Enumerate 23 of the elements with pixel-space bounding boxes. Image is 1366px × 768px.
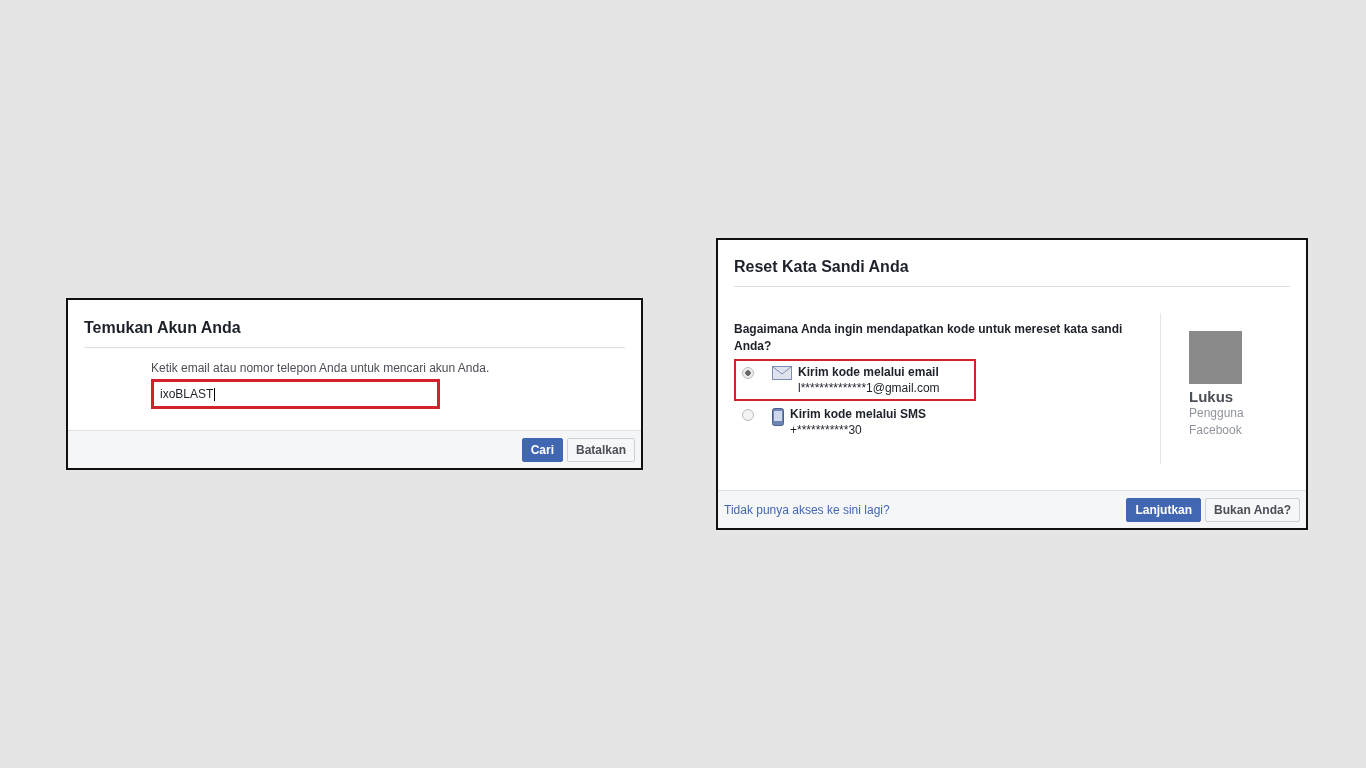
input-field[interactable]: ixoBLAST bbox=[151, 379, 440, 409]
profile-subtitle: Pengguna Facebook bbox=[1189, 405, 1245, 439]
radio-button[interactable] bbox=[742, 409, 754, 421]
continue-button[interactable]: Lanjutkan bbox=[1126, 498, 1202, 522]
radio-button[interactable] bbox=[742, 367, 754, 379]
cancel-button[interactable]: Batalkan bbox=[566, 438, 635, 462]
option-row[interactable]: Kirim kode melalui email l**************1@gmail.com bbox=[734, 359, 976, 401]
envelope-icon bbox=[772, 366, 792, 380]
dialog-title: Temukan Akun Anda bbox=[84, 300, 625, 348]
profile-name: Lukus bbox=[1189, 388, 1235, 405]
search-button[interactable]: Cari bbox=[521, 438, 563, 462]
instruction-text: Ketik email atau nomor telepon Anda untuk mencari akun Anda. bbox=[151, 361, 491, 375]
option-detail: +***********30 bbox=[790, 423, 863, 437]
question-text: Bagaimana Anda ingin mendapatkan kode untuk mereset kata sandi Anda? bbox=[734, 321, 1124, 355]
no-access-link[interactable]: Tidak punya akses ke sini lagi? bbox=[724, 503, 890, 517]
option-label: Kirim kode melalui email bbox=[798, 365, 940, 379]
photo-placeholder bbox=[1189, 331, 1242, 384]
phone-icon bbox=[772, 408, 784, 426]
option-row[interactable]: Kirim kode melalui SMS +***********30 bbox=[734, 401, 976, 443]
option-label: Kirim kode melalui SMS bbox=[790, 407, 927, 421]
dialog-title: Reset Kata Sandi Anda bbox=[734, 240, 1290, 287]
option-detail: l**************1@gmail.com bbox=[798, 381, 940, 395]
not-you-button[interactable]: Bukan Anda? bbox=[1205, 498, 1300, 522]
